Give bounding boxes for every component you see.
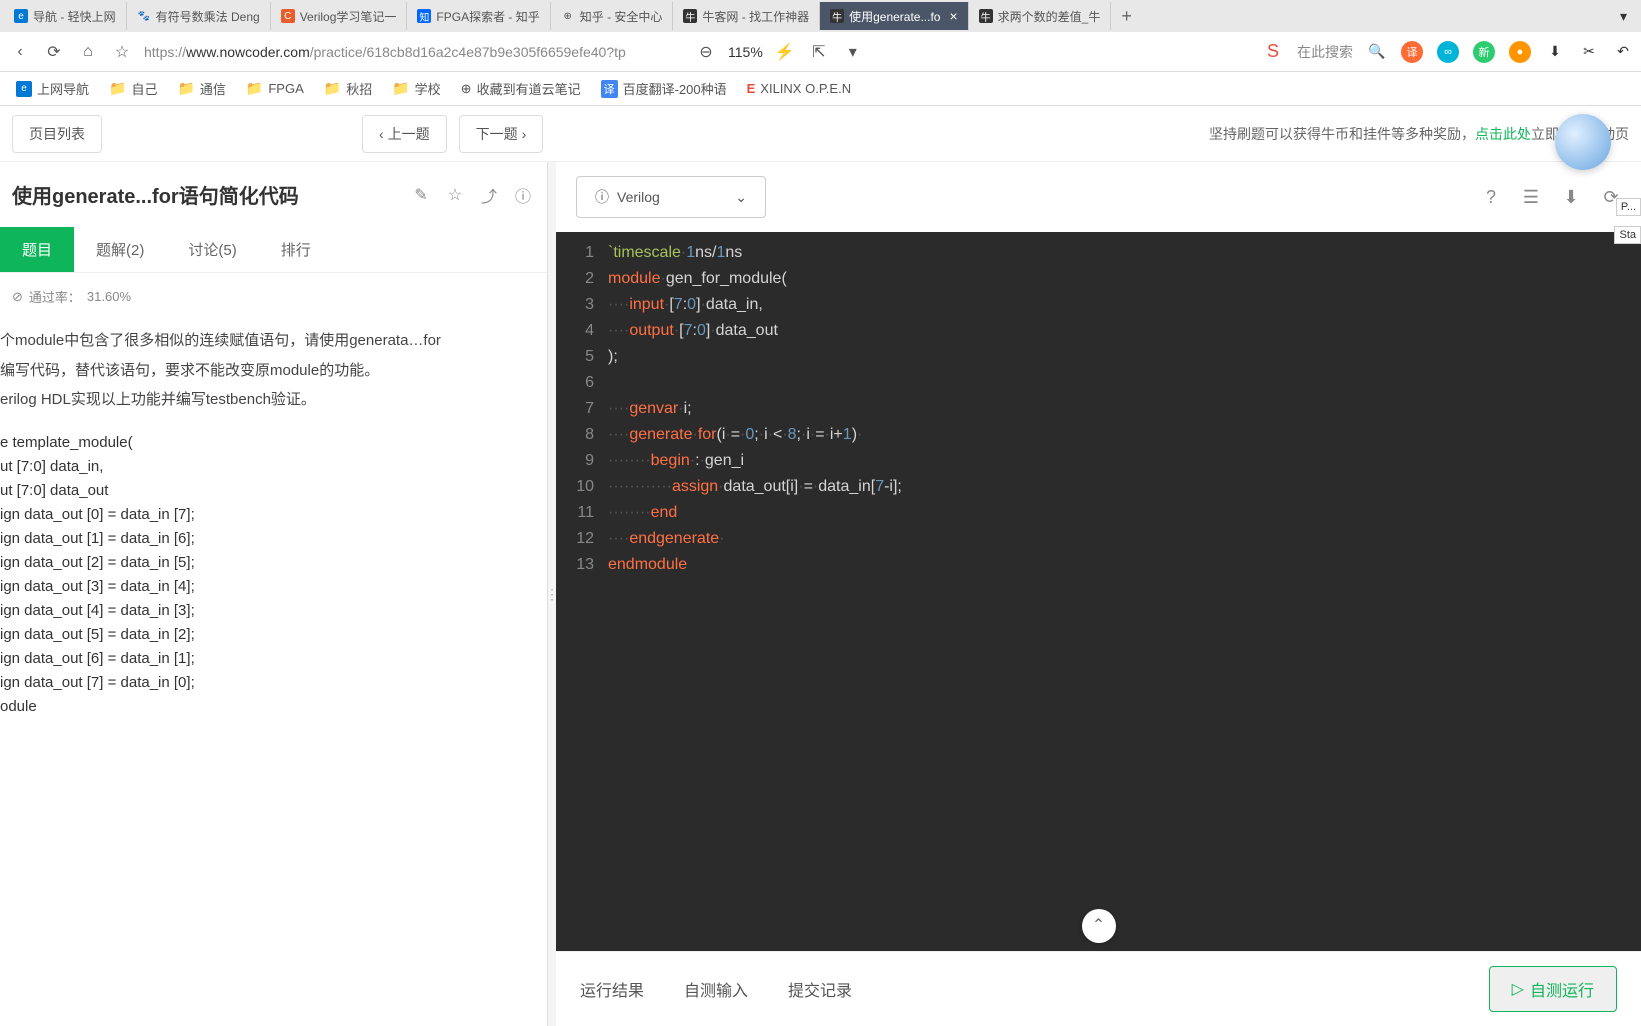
floating-ball[interactable] (1555, 114, 1611, 170)
editor-pane: ⓘ Verilog ⌄ ? ☰ ⬇ ⟳ 1`timescale·1ns/1ns … (556, 162, 1641, 1026)
prev-problem-button[interactable]: ‹上一题 (362, 115, 447, 153)
bookmark-folder[interactable]: 📁秋招 (316, 75, 380, 102)
problem-body: 个module中包含了很多相似的连续赋值语句，请使用generata…for 编… (0, 320, 547, 1026)
problem-pane: 使用generate...for语句简化代码 ✎ ☆ ⤴ ⓘ 题目 题解(2) … (0, 162, 548, 1026)
edit-icon[interactable]: ✎ (409, 183, 433, 207)
back-button[interactable]: ‹ (8, 40, 32, 64)
info-icon[interactable]: ⓘ (511, 183, 535, 207)
tab-self-test[interactable]: 自测输入 (684, 977, 748, 1001)
scroll-top-button[interactable]: ⌃ (1082, 909, 1116, 943)
lightning-icon[interactable]: ⚡ (773, 40, 797, 64)
ext-icon-2[interactable]: ● (1509, 41, 1531, 63)
problem-meta: ⊘ 通过率： 31.60% (0, 273, 547, 320)
browser-tab[interactable]: e导航 - 轻快上网 (4, 2, 127, 30)
search-placeholder[interactable]: 在此搜索 (1297, 42, 1353, 62)
bookmark-folder[interactable]: 📁学校 (384, 75, 448, 102)
problem-tabs: 题目 题解(2) 讨论(5) 排行 (0, 227, 547, 273)
bookmark-item[interactable]: EXILINX O.P.E.N (739, 77, 859, 100)
template-code: e template_module( ut [7:0] data_in, ut … (0, 431, 535, 719)
close-icon[interactable]: × (949, 8, 957, 24)
bookmark-item[interactable]: 译百度翻译-200种语 (593, 75, 735, 102)
tab-problem[interactable]: 题目 (0, 227, 74, 272)
folder-icon: 📁 (177, 80, 194, 97)
help-icon[interactable]: ? (1481, 187, 1501, 207)
bookmark-folder[interactable]: 📁通信 (169, 75, 233, 102)
folder-icon: 📁 (246, 80, 263, 97)
tab-submit-history[interactable]: 提交记录 (788, 977, 852, 1001)
bookmark-folder[interactable]: 📁FPGA (238, 76, 312, 101)
window-menu-icon[interactable]: ▾ (1610, 8, 1637, 25)
zoom-level: 115% (728, 44, 763, 60)
bookmark-item[interactable]: e上网导航 (8, 75, 97, 102)
browser-tab[interactable]: CVerilog学习笔记一 (271, 2, 408, 30)
url-input[interactable]: https://www.nowcoder.com/practice/618cb8… (144, 44, 684, 60)
editor-toolbar: ⓘ Verilog ⌄ ? ☰ ⬇ ⟳ (556, 162, 1641, 232)
browser-tabs-bar: e导航 - 轻快上网 🐾有符号数乘法 Deng CVerilog学习笔记一 知F… (0, 0, 1641, 32)
undo-icon[interactable]: ↶ (1613, 42, 1633, 62)
browser-tab[interactable]: 🐾有符号数乘法 Deng (127, 2, 271, 30)
browser-tab[interactable]: 牛牛客网 - 找工作神器 (673, 2, 820, 30)
chevron-down-icon: ⌄ (735, 189, 747, 206)
reward-link[interactable]: 点击此处 (1475, 126, 1531, 142)
tab-ranking[interactable]: 排行 (259, 227, 333, 272)
search-icon[interactable]: 🔍 (1367, 42, 1387, 62)
result-tabs: 运行结果 自测输入 提交记录 ▷ 自测运行 (556, 951, 1641, 1026)
sogou-icon[interactable]: S (1263, 42, 1283, 62)
edge-label[interactable]: Sta (1614, 226, 1641, 244)
tab-discuss[interactable]: 讨论(5) (166, 227, 258, 272)
folder-icon: 📁 (392, 80, 409, 97)
zoom-out-icon[interactable]: ⊖ (694, 40, 718, 64)
dropdown-icon[interactable]: ▾ (841, 40, 865, 64)
translate-icon[interactable]: 译 (1401, 41, 1423, 63)
download-icon[interactable]: ⬇ (1545, 42, 1565, 62)
address-bar: ‹ ⟳ ⌂ ☆ https://www.nowcoder.com/practic… (0, 32, 1641, 72)
list-icon[interactable]: ☰ (1521, 187, 1541, 207)
check-icon: ⊘ (12, 289, 23, 305)
cut-icon[interactable]: ✂ (1579, 42, 1599, 62)
share-icon[interactable]: ⤴ (477, 183, 501, 207)
language-select[interactable]: ⓘ Verilog ⌄ (576, 176, 766, 218)
chevron-left-icon: ‹ (379, 126, 384, 142)
page-header: 页目列表 ‹上一题 下一题› 坚持刷题可以获得牛币和挂件等多种奖励，点击此处立即… (0, 106, 1641, 162)
pane-splitter[interactable] (548, 162, 556, 1026)
download-icon[interactable]: ⬇ (1561, 187, 1581, 207)
new-tab-button[interactable]: + (1111, 6, 1142, 27)
next-problem-button[interactable]: 下一题› (459, 115, 544, 153)
code-editor[interactable]: 1`timescale·1ns/1ns 2module·gen_for_modu… (556, 232, 1641, 951)
browser-tab[interactable]: 知FPGA探索者 - 知乎 (407, 2, 550, 30)
folder-icon: 📁 (324, 80, 341, 97)
star-icon[interactable]: ☆ (443, 183, 467, 207)
refresh-button[interactable]: ⟳ (42, 40, 66, 64)
browser-tab[interactable]: 牛求两个数的差值_牛 (969, 2, 1112, 30)
play-icon: ▷ (1512, 979, 1524, 999)
tab-run-result[interactable]: 运行结果 (580, 977, 644, 1001)
home-button[interactable]: ⌂ (76, 40, 100, 64)
bookmark-item[interactable]: ⊕收藏到有道云笔记 (453, 75, 589, 102)
tab-solutions[interactable]: 题解(2) (74, 227, 166, 272)
ext-icon[interactable]: 新 (1473, 41, 1495, 63)
browser-tab[interactable]: ⊕知乎 - 安全中心 (551, 2, 674, 30)
arduino-icon[interactable]: ∞ (1437, 41, 1459, 63)
folder-icon: 📁 (109, 80, 126, 97)
main-content: 使用generate...for语句简化代码 ✎ ☆ ⤴ ⓘ 题目 题解(2) … (0, 162, 1641, 1026)
self-test-run-button[interactable]: ▷ 自测运行 (1489, 966, 1617, 1012)
bookmarks-bar: e上网导航 📁自己 📁通信 📁FPGA 📁秋招 📁学校 ⊕收藏到有道云笔记 译百… (0, 72, 1641, 106)
star-icon[interactable]: ☆ (110, 40, 134, 64)
edge-label[interactable]: P... (1616, 198, 1641, 216)
share-icon[interactable]: ⇱ (807, 40, 831, 64)
bookmark-folder[interactable]: 📁自己 (101, 75, 165, 102)
chevron-right-icon: › (522, 126, 527, 142)
problem-list-button[interactable]: 页目列表 (12, 115, 102, 153)
pass-rate: 31.60% (87, 289, 131, 304)
info-icon: ⓘ (595, 187, 609, 207)
browser-tab-active[interactable]: 牛使用generate...fo× (820, 2, 969, 30)
problem-title: 使用generate...for语句简化代码 (12, 180, 399, 209)
